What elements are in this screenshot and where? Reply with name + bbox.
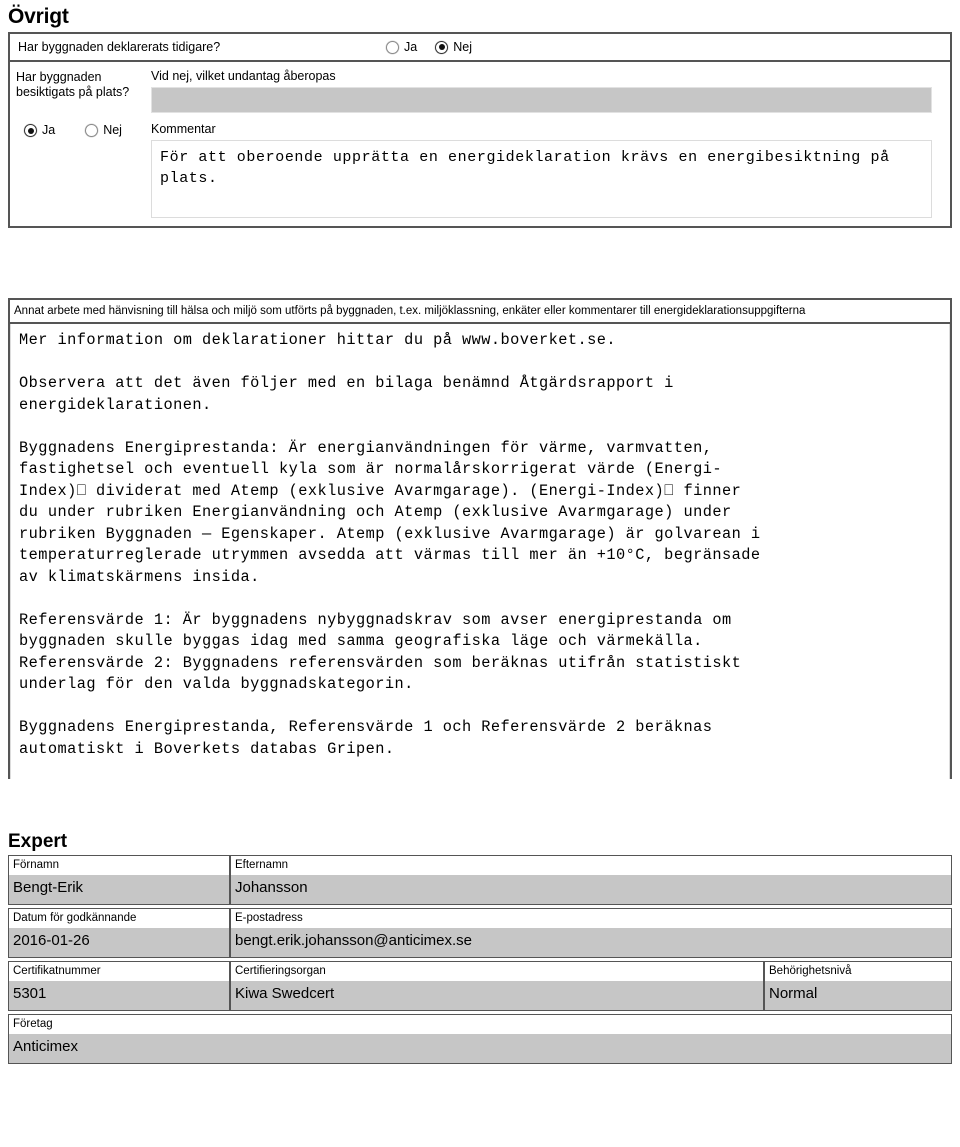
fornamn-cell: Förnamn Bengt-Erik bbox=[8, 855, 230, 905]
ovrigt-section: Har byggnaden deklarerats tidigare? Ja N… bbox=[8, 32, 952, 228]
declared-previously-label: Har byggnaden deklarerats tidigare? bbox=[18, 40, 221, 54]
declared-previously-radio-group[interactable]: Ja Nej bbox=[386, 39, 942, 54]
declared-previously-row: Har byggnaden deklarerats tidigare? Ja N… bbox=[10, 34, 950, 62]
certifieringsorgan-value[interactable]: Kiwa Swedcert bbox=[231, 981, 763, 1010]
annat-arbete-paragraph: Byggnadens Energiprestanda, Referensvärd… bbox=[19, 718, 713, 758]
expert-table: Förnamn Bengt-Erik Efternamn Johansson D… bbox=[8, 855, 952, 1064]
radio-selected-icon[interactable] bbox=[435, 40, 449, 54]
behorighetsniva-label: Behörighetsnivå bbox=[765, 962, 951, 981]
table-row: Förnamn Bengt-Erik Efternamn Johansson bbox=[8, 855, 952, 905]
declared-previously-option-ja[interactable]: Ja bbox=[386, 39, 418, 54]
inspection-question-column: Har byggnaden besiktigats på plats? Ja N… bbox=[10, 62, 151, 226]
document-page: Övrigt Har byggnaden deklarerats tidigar… bbox=[0, 5, 960, 1147]
certifieringsorgan-label: Certifieringsorgan bbox=[231, 962, 763, 981]
fornamn-label: Förnamn bbox=[9, 856, 229, 875]
annat-arbete-label: Annat arbete med hänvisning till hälsa o… bbox=[10, 300, 950, 324]
efternamn-label: Efternamn bbox=[231, 856, 951, 875]
foretag-value[interactable]: Anticimex bbox=[9, 1034, 951, 1063]
certifikatnummer-value[interactable]: 5301 bbox=[9, 981, 229, 1010]
expert-section-title: Expert bbox=[8, 831, 68, 852]
foretag-label: Företag bbox=[9, 1015, 951, 1034]
comment-label: Kommentar bbox=[151, 122, 216, 136]
inspection-row: Har byggnaden besiktigats på plats? Ja N… bbox=[10, 62, 950, 226]
radio-icon[interactable] bbox=[386, 40, 400, 54]
inspected-onsite-option-ja[interactable]: Ja bbox=[24, 124, 55, 137]
certifieringsorgan-cell: Certifieringsorgan Kiwa Swedcert bbox=[230, 961, 764, 1011]
annat-arbete-paragraph: Mer information om deklarationer hittar … bbox=[19, 331, 617, 349]
efternamn-cell: Efternamn Johansson bbox=[230, 855, 952, 905]
inspected-onsite-option-ja-label: Ja bbox=[42, 123, 56, 137]
inspected-onsite-label-line1: Har byggnaden bbox=[16, 70, 102, 84]
exception-and-comment-column: Vid nej, vilket undantag åberopas Kommen… bbox=[151, 62, 950, 226]
epost-cell: E-postadress bengt.erik.johansson@antici… bbox=[230, 908, 952, 958]
annat-arbete-textarea[interactable]: Mer information om deklarationer hittar … bbox=[10, 324, 950, 779]
annat-arbete-paragraph: Referensvärde 1: Är byggnadens nybyggnad… bbox=[19, 610, 742, 694]
inspected-onsite-option-nej[interactable]: Nej bbox=[85, 124, 122, 137]
declared-previously-option-nej-label: Nej bbox=[453, 39, 472, 54]
certifikatnummer-label: Certifikatnummer bbox=[9, 962, 229, 981]
page-title: Övrigt bbox=[8, 5, 69, 28]
datum-label: Datum för godkännande bbox=[9, 909, 229, 928]
epost-value[interactable]: bengt.erik.johansson@anticimex.se bbox=[231, 928, 951, 957]
exception-label: Vid nej, vilket undantag åberopas bbox=[151, 69, 336, 83]
annat-arbete-paragraph: Byggnadens Energiprestanda: Är energianv… bbox=[19, 438, 761, 586]
annat-arbete-paragraph: Observera att det även följer med en bil… bbox=[19, 374, 674, 414]
declared-previously-option-ja-label: Ja bbox=[404, 39, 418, 54]
exception-input[interactable] bbox=[151, 87, 932, 113]
table-row: Företag Anticimex bbox=[8, 1014, 952, 1064]
certifikatnummer-cell: Certifikatnummer 5301 bbox=[8, 961, 230, 1011]
behorighetsniva-value[interactable]: Normal bbox=[765, 981, 951, 1010]
behorighetsniva-cell: Behörighetsnivå Normal bbox=[764, 961, 952, 1011]
epost-label: E-postadress bbox=[231, 909, 951, 928]
inspected-onsite-radio-group[interactable]: Ja Nej bbox=[16, 124, 145, 137]
inspected-onsite-option-nej-label: Nej bbox=[103, 123, 122, 137]
declared-previously-option-nej[interactable]: Nej bbox=[435, 39, 472, 54]
annat-arbete-section: Annat arbete med hänvisning till hälsa o… bbox=[8, 298, 952, 779]
datum-cell: Datum för godkännande 2016-01-26 bbox=[8, 908, 230, 958]
inspected-onsite-label-line2: besiktigats på plats? bbox=[16, 85, 130, 99]
efternamn-value[interactable]: Johansson bbox=[231, 875, 951, 904]
comment-textarea[interactable]: För att oberoende upprätta en energidekl… bbox=[151, 140, 932, 218]
table-row: Certifikatnummer 5301 Certifieringsorgan… bbox=[8, 961, 952, 1011]
fornamn-value[interactable]: Bengt-Erik bbox=[9, 875, 229, 904]
table-row: Datum för godkännande 2016-01-26 E-posta… bbox=[8, 908, 952, 958]
datum-value[interactable]: 2016-01-26 bbox=[9, 928, 229, 957]
radio-selected-icon[interactable] bbox=[24, 124, 37, 137]
radio-icon[interactable] bbox=[85, 124, 99, 137]
foretag-cell: Företag Anticimex bbox=[8, 1014, 952, 1064]
